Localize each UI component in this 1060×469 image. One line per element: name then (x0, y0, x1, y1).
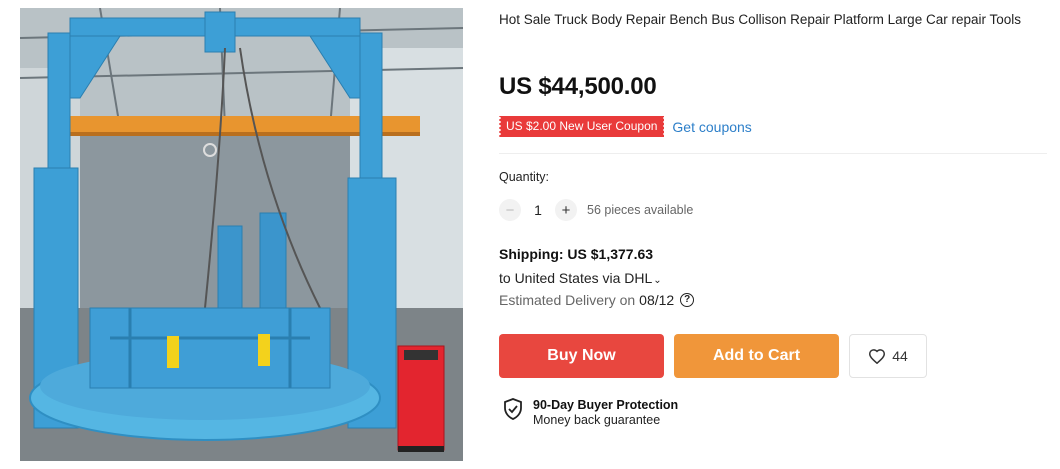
product-title: Hot Sale Truck Body Repair Bench Bus Col… (499, 12, 1021, 27)
pieces-available: 56 pieces available (587, 203, 694, 217)
delivery-date: 08/12 (639, 292, 675, 308)
chevron-down-icon: ⌄ (653, 275, 662, 286)
divider (499, 153, 1047, 154)
product-info: Hot Sale Truck Body Repair Bench Bus Col… (497, 0, 1047, 469)
wishlist-count: 44 (892, 348, 908, 364)
heart-icon (869, 349, 886, 364)
quantity-value[interactable]: 1 (521, 202, 555, 218)
buyer-protection: 90-Day Buyer Protection Money back guara… (503, 398, 678, 428)
coupon-badge[interactable]: US $2.00 New User Coupon (497, 116, 667, 137)
protection-subtitle: Money back guarantee (533, 413, 661, 427)
buy-now-button[interactable]: Buy Now (499, 334, 664, 378)
product-price: US $44,500.00 (499, 73, 657, 100)
help-icon[interactable]: ? (680, 293, 695, 307)
quantity-label: Quantity: (499, 170, 550, 184)
quantity-plus-button[interactable]: + (555, 199, 577, 221)
wishlist-button[interactable]: 44 (849, 334, 927, 378)
quantity-minus-button[interactable]: − (499, 199, 521, 221)
shipping-cost: Shipping: US $1,377.63 (499, 246, 654, 262)
product-image[interactable] (20, 8, 463, 461)
shipping-destination-dropdown[interactable]: to United States via DHL⌄ (499, 270, 662, 286)
coupon-row: US $2.00 New User Coupon Get coupons (497, 116, 752, 137)
add-to-cart-button[interactable]: Add to Cart (674, 334, 839, 378)
shipping-destination: to United States via DHL (499, 270, 653, 286)
estimated-delivery: Estimated Delivery on 08/12 ? (499, 292, 695, 308)
get-coupons-link[interactable]: Get coupons (672, 119, 751, 135)
delivery-label: Estimated Delivery on (499, 292, 636, 308)
shield-check-icon (504, 398, 522, 420)
protection-title: 90-Day Buyer Protection (533, 398, 679, 412)
quantity-stepper: − 1 + 56 pieces available (499, 198, 693, 222)
